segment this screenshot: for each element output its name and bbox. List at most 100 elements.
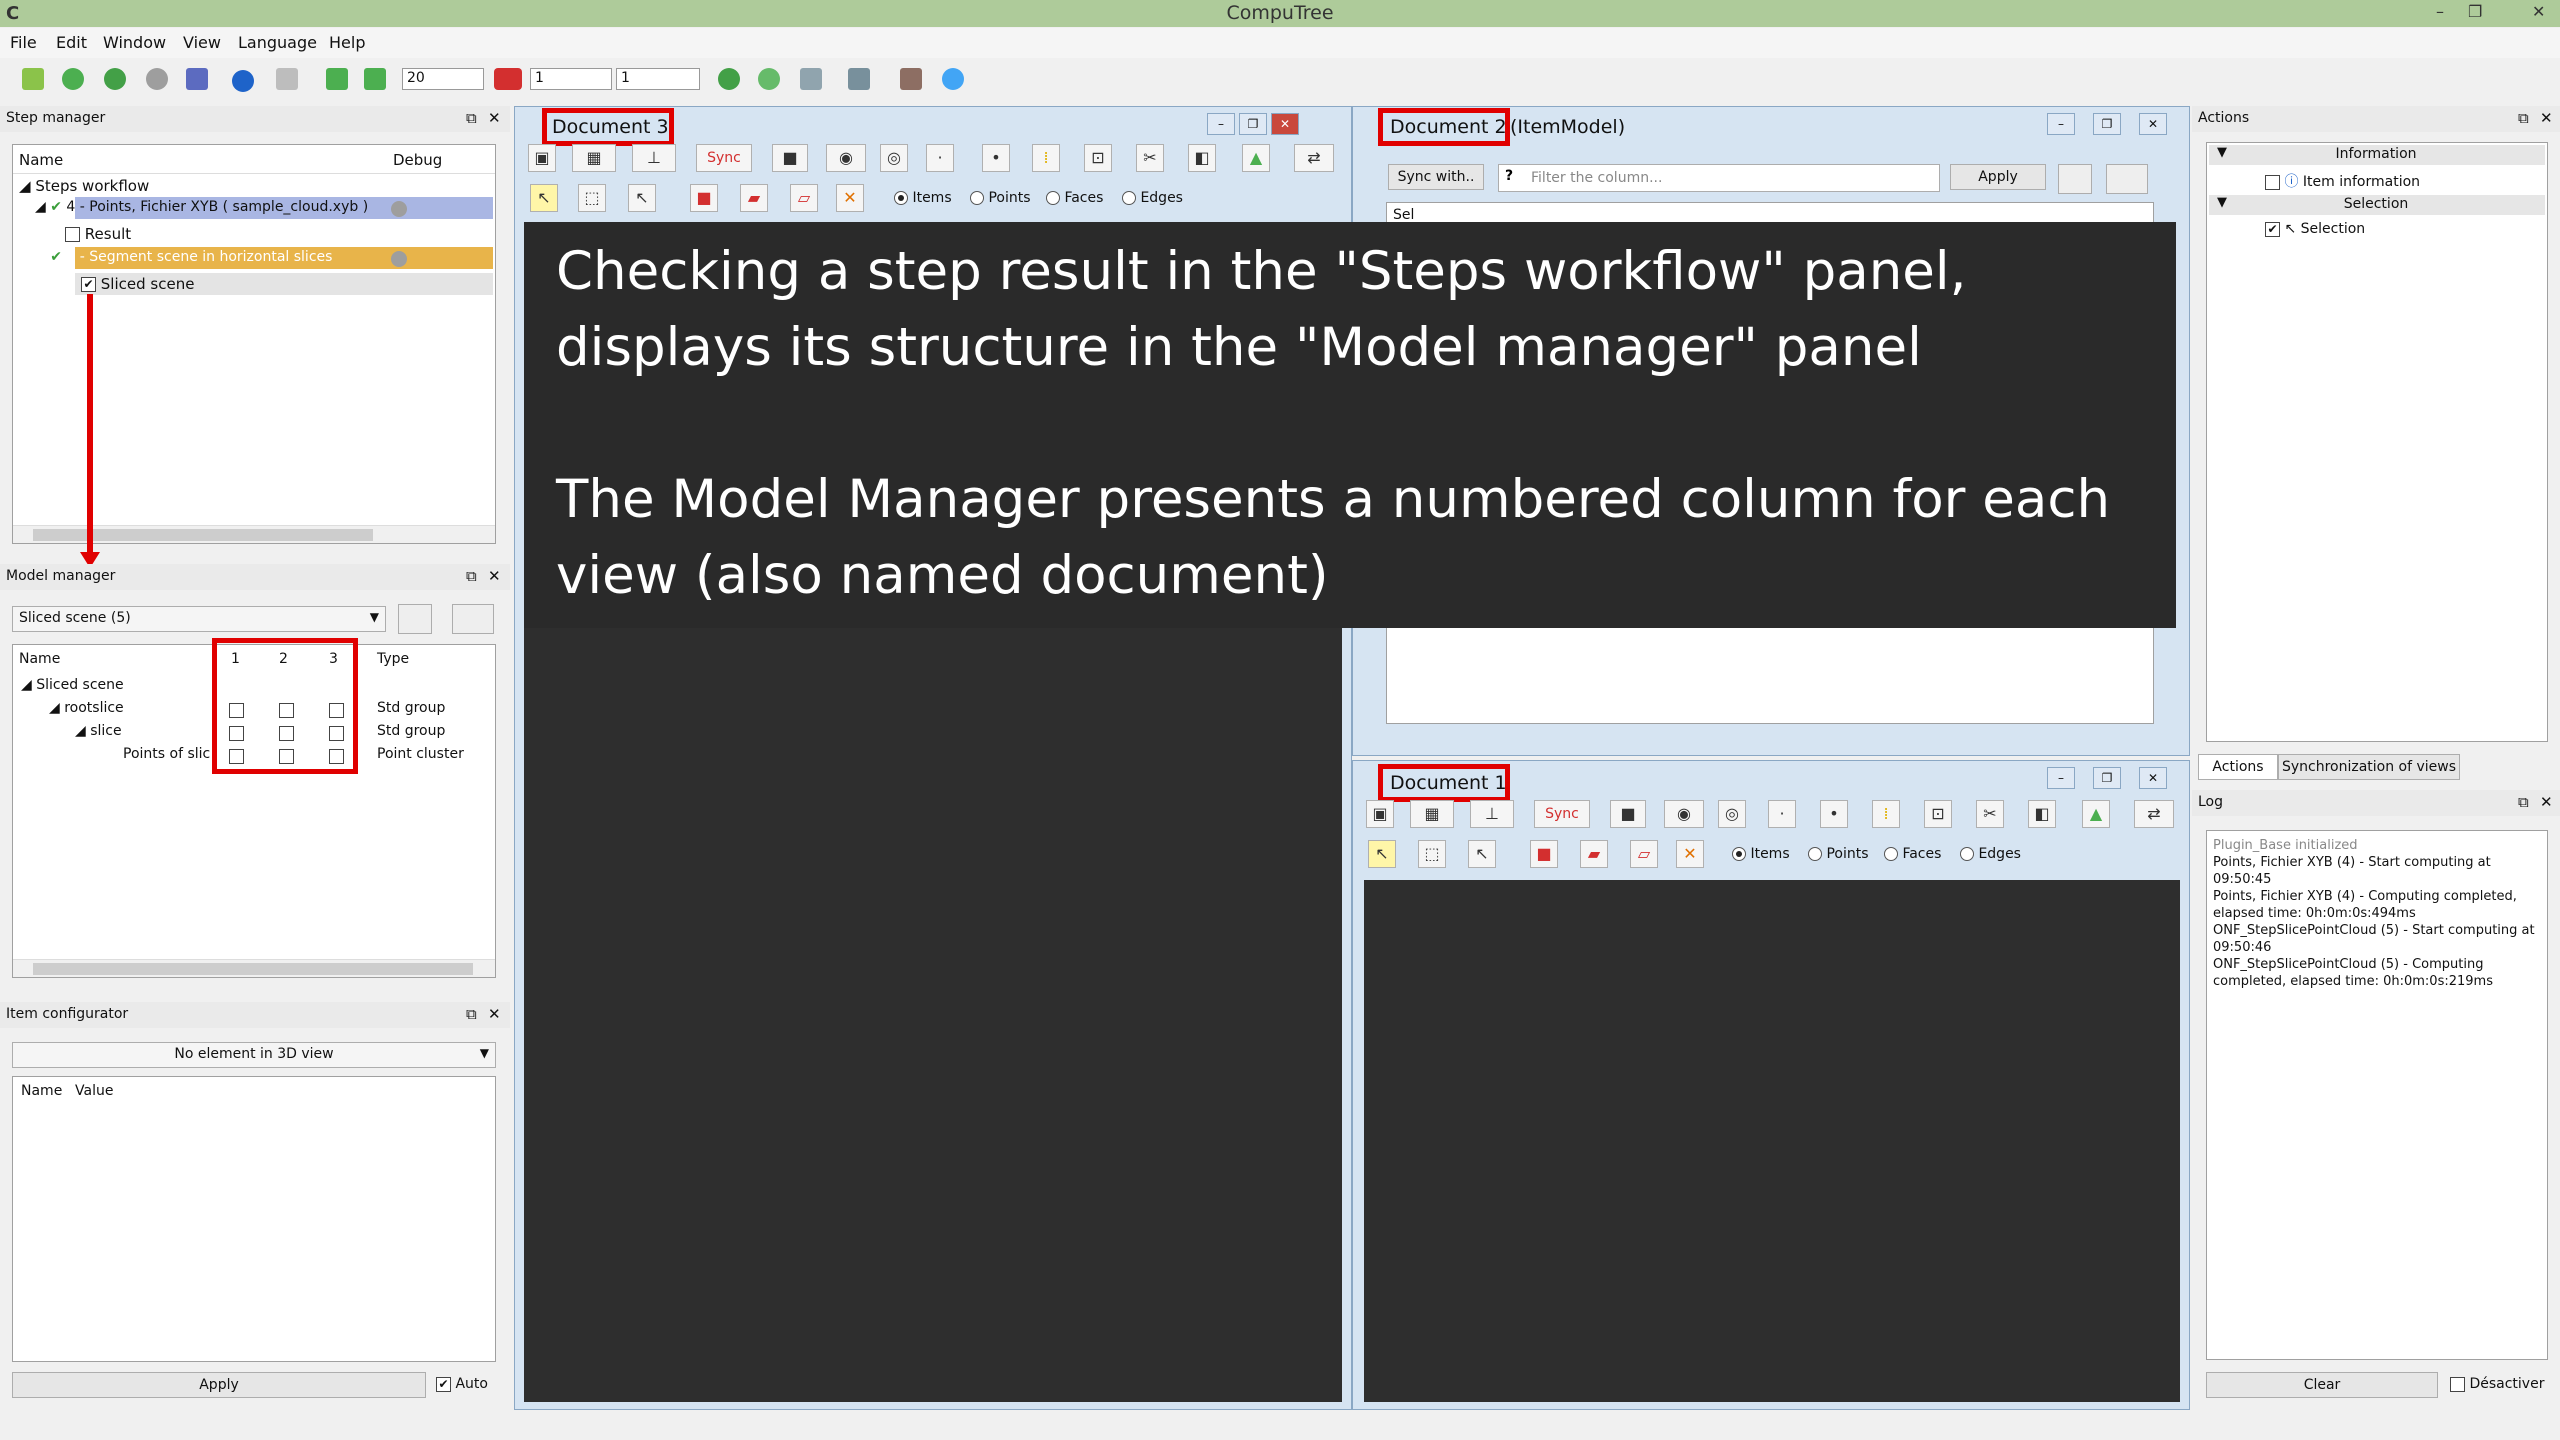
step-spinbox[interactable]: 20: [402, 68, 484, 90]
eye-icon[interactable]: ◉: [1664, 800, 1704, 828]
point-size-large-icon[interactable]: •: [1820, 800, 1848, 828]
sliced-scene-checkbox[interactable]: ✔: [81, 277, 96, 292]
model-combo[interactable]: Sliced scene (5) ▼: [12, 606, 386, 632]
float-icon[interactable]: ⧉: [2518, 793, 2529, 811]
color-icon[interactable]: [398, 604, 432, 634]
tools-icon[interactable]: [848, 68, 870, 90]
select-remove-icon[interactable]: ↖: [1468, 840, 1496, 868]
export-icon[interactable]: ▲: [2082, 800, 2110, 828]
menu-help[interactable]: Help: [329, 33, 365, 52]
play-icon[interactable]: [104, 68, 126, 90]
add-icon[interactable]: [62, 68, 84, 90]
point-size-small-icon[interactable]: ·: [926, 144, 954, 172]
record-icon[interactable]: [494, 68, 522, 90]
select-subtract-icon[interactable]: ▱: [1630, 840, 1658, 868]
auto-checkbox[interactable]: ✔ Auto: [436, 1376, 488, 1392]
axes-icon[interactable]: ⊥: [1470, 800, 1514, 828]
display-options-icon[interactable]: [452, 604, 494, 634]
restore-icon[interactable]: ❐: [2093, 767, 2121, 789]
stop-icon[interactable]: [146, 68, 168, 90]
select-subtract-icon[interactable]: ▱: [790, 184, 818, 212]
minimize-icon[interactable]: –: [2047, 767, 2075, 789]
sync-with-button[interactable]: Sync with..: [1388, 164, 1484, 190]
color-icon[interactable]: [2058, 164, 2092, 194]
contrast-icon[interactable]: ◧: [2028, 800, 2056, 828]
swap-icon[interactable]: ⇄: [1294, 144, 1334, 172]
filter-apply-button[interactable]: Apply: [1950, 164, 2046, 190]
fit-view-icon[interactable]: ⊡: [1924, 800, 1952, 828]
camera-icon[interactable]: ■: [772, 144, 808, 172]
camera-icon[interactable]: ■: [1610, 800, 1646, 828]
display-options-icon[interactable]: [2106, 164, 2148, 194]
select-box-icon[interactable]: ⬚: [1418, 840, 1446, 868]
horizontal-scrollbar[interactable]: [13, 959, 495, 977]
view-cube-icon[interactable]: ▣: [528, 144, 556, 172]
tree-row[interactable]: ◢ slice: [75, 723, 122, 739]
menu-language[interactable]: Language: [238, 33, 317, 52]
script-icon[interactable]: [800, 68, 822, 90]
radio-edges[interactable]: Edges: [1122, 190, 1183, 206]
screenshot-icon[interactable]: ◎: [1718, 800, 1746, 828]
radio-points[interactable]: Points: [1808, 846, 1869, 862]
minimize-icon[interactable]: –: [1207, 113, 1235, 135]
close-icon[interactable]: ✕: [2139, 113, 2167, 135]
save-icon[interactable]: [186, 68, 208, 90]
result-checkbox[interactable]: [65, 227, 80, 242]
desactiver-checkbox[interactable]: Désactiver: [2450, 1376, 2544, 1392]
tab-actions[interactable]: Actions: [2198, 754, 2278, 780]
grid-icon[interactable]: ⁞: [1032, 144, 1060, 172]
step-forward-icon[interactable]: [326, 68, 348, 90]
debug-toggle-icon[interactable]: [391, 251, 407, 267]
contrast-icon[interactable]: ◧: [1188, 144, 1216, 172]
close-button[interactable]: ✕: [2532, 2, 2545, 21]
clear-selection-icon[interactable]: ✕: [1676, 840, 1704, 868]
sync-button[interactable]: Sync: [1534, 800, 1590, 828]
grid-icon[interactable]: ⁞: [1872, 800, 1900, 828]
restore-icon[interactable]: ❐: [1239, 113, 1267, 135]
select-add-icon[interactable]: ▰: [740, 184, 768, 212]
spinbox-2[interactable]: 1: [530, 68, 612, 90]
float-icon[interactable]: ⧉: [466, 109, 477, 127]
restore-button[interactable]: ❐: [2468, 2, 2482, 21]
clear-log-button[interactable]: Clear: [2206, 1372, 2438, 1398]
help-icon[interactable]: [942, 68, 964, 90]
radio-items[interactable]: Items: [894, 190, 952, 206]
item-information-action[interactable]: ⓘ Item information: [2265, 171, 2420, 191]
debug-toggle-icon[interactable]: [391, 201, 407, 217]
new-step-icon[interactable]: [22, 68, 44, 90]
step-4-item[interactable]: ◢ ✔ 4 - Points, Fichier XYB ( sample_clo…: [35, 199, 368, 215]
point-size-large-icon[interactable]: •: [982, 144, 1010, 172]
point-size-small-icon[interactable]: ·: [1768, 800, 1796, 828]
horizontal-scrollbar[interactable]: [13, 525, 495, 543]
camera-views-icon[interactable]: ▦: [572, 144, 616, 172]
select-pointer-icon[interactable]: ↖: [1368, 840, 1396, 868]
globe-icon[interactable]: [718, 68, 740, 90]
debug-icon[interactable]: [276, 68, 298, 90]
select-remove-icon[interactable]: ↖: [628, 184, 656, 212]
item-combo[interactable]: No element in 3D view ▼: [12, 1042, 496, 1068]
camera-views-icon[interactable]: ▦: [1410, 800, 1454, 828]
radio-faces[interactable]: Faces: [1046, 190, 1103, 206]
radio-faces[interactable]: Faces: [1884, 846, 1941, 862]
tree-row[interactable]: ◢ rootslice: [49, 700, 124, 716]
step-5-item[interactable]: ◢ ✔ 5 - Segment scene in horizontal slic…: [35, 249, 332, 265]
close-icon[interactable]: ✕: [1271, 113, 1299, 135]
close-icon[interactable]: ✕: [2540, 109, 2553, 127]
spinbox-3[interactable]: 1: [616, 68, 700, 90]
select-add-icon[interactable]: ▰: [1580, 840, 1608, 868]
swap-icon[interactable]: ⇄: [2134, 800, 2174, 828]
minimize-button[interactable]: –: [2436, 2, 2444, 21]
plugin-icon[interactable]: [900, 68, 922, 90]
menu-view[interactable]: View: [183, 33, 221, 52]
filter-input[interactable]: ? Filter the column...: [1498, 164, 1940, 192]
restore-icon[interactable]: ❐: [2093, 113, 2121, 135]
eye-icon[interactable]: ◉: [826, 144, 866, 172]
float-icon[interactable]: ⧉: [466, 567, 477, 585]
screenshot-icon[interactable]: ◎: [880, 144, 908, 172]
axes-icon[interactable]: ⊥: [632, 144, 676, 172]
sync-button[interactable]: Sync: [696, 144, 752, 172]
tab-sync-views[interactable]: Synchronization of views: [2278, 754, 2460, 780]
select-pointer-icon[interactable]: ↖: [530, 184, 558, 212]
selection-action[interactable]: ✔ ↖ Selection: [2265, 221, 2365, 237]
close-icon[interactable]: ✕: [488, 567, 501, 585]
